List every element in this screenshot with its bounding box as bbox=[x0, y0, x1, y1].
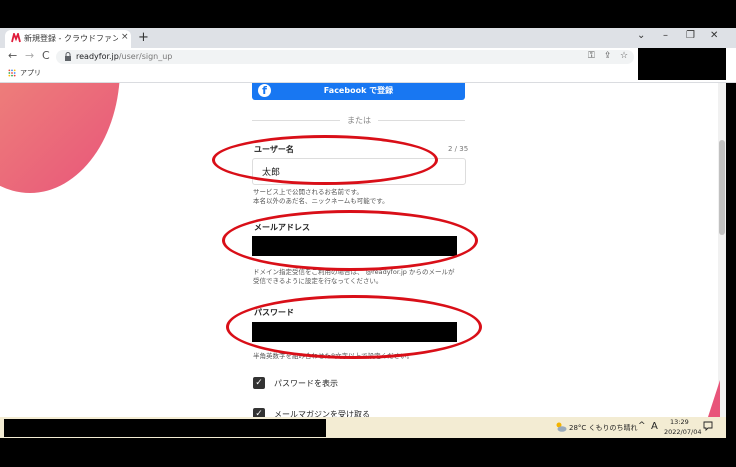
decorative-pink-triangle bbox=[708, 380, 720, 417]
new-tab-button[interactable]: + bbox=[138, 30, 149, 45]
bookmarks-bar bbox=[0, 66, 736, 83]
tab-title: 新規登録 - クラウドファンディング RE bbox=[24, 34, 118, 43]
tab-close-icon[interactable]: × bbox=[121, 32, 129, 42]
username-help-text: サービス上で公開されるお名前です。 本名以外のあだ名、ニックネームも可能です。 bbox=[253, 188, 473, 206]
divider-left bbox=[252, 120, 340, 121]
redacted-block bbox=[638, 48, 726, 80]
email-help-line: 受信できるように設定を行なってください。 bbox=[253, 277, 383, 285]
star-icon[interactable]: ☆ bbox=[620, 51, 628, 61]
tab-search-icon[interactable]: ⌄ bbox=[637, 30, 645, 41]
ime-indicator[interactable]: A bbox=[651, 421, 658, 432]
facebook-signup-button[interactable]: f Facebook で登録 bbox=[252, 83, 465, 100]
lock-icon bbox=[65, 52, 71, 61]
username-char-counter: 2 / 35 bbox=[448, 145, 469, 153]
weather-cloud-icon[interactable] bbox=[555, 421, 567, 433]
forward-button[interactable]: → bbox=[25, 49, 34, 62]
or-divider-text: または bbox=[347, 116, 371, 125]
username-help-line: サービス上で公開されるお名前です。 bbox=[253, 188, 363, 196]
page-scrollbar[interactable] bbox=[718, 83, 726, 417]
maximize-button[interactable]: ❐ bbox=[686, 30, 695, 41]
show-password-checkbox[interactable]: ✓ bbox=[253, 377, 265, 389]
reload-button[interactable]: C bbox=[42, 49, 50, 62]
notification-icon[interactable] bbox=[703, 421, 713, 431]
url-path: /user/sign_up bbox=[118, 52, 173, 61]
url-host: readyfor.jp bbox=[76, 52, 119, 61]
share-icon[interactable]: ⇪ bbox=[604, 51, 612, 61]
facebook-signup-label: Facebook で登録 bbox=[323, 86, 394, 95]
minimize-button[interactable]: – bbox=[663, 30, 668, 41]
redacted-taskbar-block bbox=[4, 419, 326, 437]
username-help-line: 本名以外のあだ名、ニックネームも可能です。 bbox=[253, 197, 389, 205]
apps-bookmark-label[interactable]: アプリ bbox=[20, 68, 41, 78]
decorative-shape bbox=[0, 83, 120, 193]
back-button[interactable]: ← bbox=[8, 49, 17, 62]
browser-tab[interactable]: 新規登録 - クラウドファンディング RE × bbox=[5, 30, 131, 48]
annotation-ellipse bbox=[212, 135, 438, 185]
scrollbar-thumb[interactable] bbox=[719, 140, 725, 235]
annotation-ellipse bbox=[226, 295, 482, 359]
readyfor-favicon-icon bbox=[11, 33, 21, 43]
url-text: readyfor.jp/user/sign_up bbox=[76, 52, 172, 61]
close-window-button[interactable]: ✕ bbox=[710, 30, 718, 41]
annotation-ellipse bbox=[222, 210, 478, 271]
show-hidden-icons-caret-icon[interactable]: ^ bbox=[638, 421, 646, 431]
clock-time[interactable]: 13:29 bbox=[670, 418, 689, 426]
divider-right bbox=[378, 120, 465, 121]
show-password-label[interactable]: パスワードを表示 bbox=[274, 378, 338, 389]
key-icon[interactable]: ⚿ bbox=[588, 51, 595, 61]
weather-text[interactable]: 28°C くもりのち晴れ bbox=[569, 423, 638, 433]
clock-date[interactable]: 2022/07/04 bbox=[664, 428, 701, 436]
apps-grid-icon[interactable] bbox=[8, 69, 16, 77]
